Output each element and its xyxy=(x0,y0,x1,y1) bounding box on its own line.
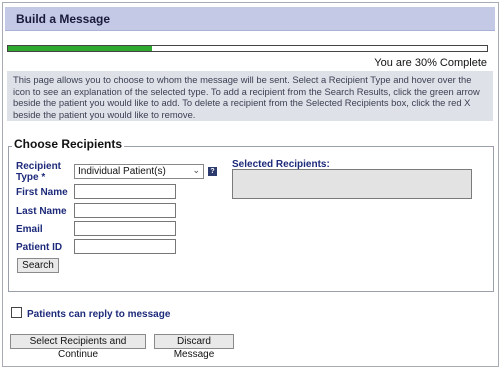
discard-message-button[interactable]: Discard Message xyxy=(154,334,234,360)
patients-can-reply-checkbox[interactable] xyxy=(11,307,22,318)
progress-label: You are 30% Complete xyxy=(374,57,487,69)
select-recipients-continue-button[interactable]: Select Recipients and Continue xyxy=(10,334,146,360)
patient-id-label: Patient ID xyxy=(16,242,63,253)
patient-id-input[interactable] xyxy=(74,239,176,254)
recipient-type-value: Individual Patient(s) xyxy=(78,166,166,177)
help-icon[interactable]: ? xyxy=(208,167,217,176)
last-name-input[interactable] xyxy=(74,203,176,218)
progress-bar xyxy=(7,45,488,52)
search-button[interactable]: Search xyxy=(17,258,59,273)
first-name-input[interactable] xyxy=(74,184,176,199)
patients-can-reply-label: Patients can reply to message xyxy=(27,309,171,320)
email-label: Email xyxy=(16,224,43,235)
recipient-type-select[interactable]: Individual Patient(s) ⌄ xyxy=(74,164,204,179)
last-name-label: Last Name xyxy=(16,206,67,217)
choose-recipients-legend: Choose Recipients xyxy=(12,137,125,151)
first-name-label: First Name xyxy=(16,187,68,198)
recipient-type-label: Recipient Type * xyxy=(16,161,62,183)
email-input[interactable] xyxy=(74,221,176,236)
chevron-down-icon: ⌄ xyxy=(192,165,200,175)
progress-fill xyxy=(8,46,152,51)
page-title: Build a Message xyxy=(16,12,111,26)
page-header: Build a Message xyxy=(5,7,495,31)
instructions-text: This page allows you to choose to whom t… xyxy=(7,71,493,121)
selected-recipients-box[interactable] xyxy=(232,169,472,199)
